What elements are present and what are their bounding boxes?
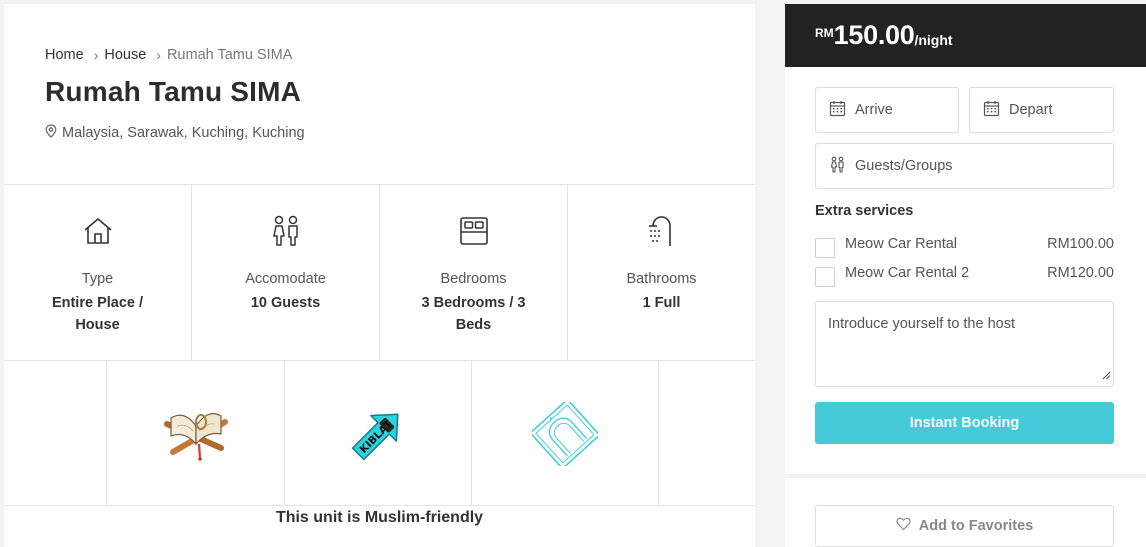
favorites-label: Add to Favorites: [918, 518, 1034, 534]
service-name: Meow Car Rental 2: [845, 265, 970, 281]
instant-booking-button[interactable]: Instant Booking: [815, 402, 1114, 444]
kiblat-arrow-icon: KIBLAT: [285, 361, 472, 506]
price-amount: 150.00: [833, 20, 915, 50]
guests-field[interactable]: Guests/Groups: [815, 143, 1114, 189]
features-grid: Type Entire Place / House Accomodate 10 …: [4, 184, 755, 361]
breadcrumb-separator: ›: [93, 47, 99, 63]
feature-value: 1 Full: [642, 295, 681, 311]
price-currency: RM: [815, 26, 834, 40]
breadcrumb-house[interactable]: House: [104, 47, 146, 63]
message-placeholder: Introduce yourself to the host: [828, 316, 1015, 332]
guests-icon: [829, 156, 855, 177]
feature-label: Accomodate: [245, 271, 326, 287]
listing-location: Malaysia, Sarawak, Kuching, Kuching: [45, 124, 305, 142]
depart-placeholder: Depart: [1009, 102, 1053, 118]
feature-bathrooms: Bathrooms 1 Full: [568, 185, 755, 360]
bed-icon: [380, 213, 567, 249]
feature-value: Entire Place / House: [51, 295, 144, 333]
service-price: RM120.00: [1047, 265, 1114, 281]
service-checkbox[interactable]: [815, 238, 835, 258]
listing-card: Home › House › Rumah Tamu SIMA Rumah Tam…: [4, 4, 755, 547]
guests-placeholder: Guests/Groups: [855, 158, 953, 174]
service-name: Meow Car Rental: [845, 236, 958, 252]
map-pin-icon: [45, 124, 62, 142]
calendar-icon: [983, 100, 1009, 121]
resize-handle-icon[interactable]: [1101, 368, 1111, 384]
house-icon: [4, 213, 191, 249]
price-bar: RM 150.00 /night: [785, 4, 1146, 67]
shower-icon: [568, 213, 755, 249]
arrive-date-field[interactable]: Arrive: [815, 87, 959, 133]
service-checkbox[interactable]: [815, 267, 835, 287]
price-unit: /night: [914, 32, 953, 48]
guests-icon: [192, 213, 379, 249]
extra-service-item: Meow Car Rental 2 RM120.00: [815, 265, 1114, 287]
breadcrumb: Home › House › Rumah Tamu SIMA: [45, 47, 292, 63]
feature-value: 3 Bedrooms / 3 Beds: [421, 295, 526, 333]
location-text: Malaysia, Sarawak, Kuching, Kuching: [62, 125, 305, 141]
favorites-card: Add to Favorites: [785, 478, 1146, 547]
muslim-friendly-section: KIBLAT: [4, 361, 755, 506]
page-title: Rumah Tamu SIMA: [45, 76, 302, 107]
feature-accommodate: Accomodate 10 Guests: [192, 185, 380, 360]
arrive-placeholder: Arrive: [855, 102, 893, 118]
prayer-mat-icon: [472, 361, 659, 506]
extra-services-title: Extra services: [815, 203, 914, 219]
calendar-icon: [829, 100, 855, 121]
service-price: RM100.00: [1047, 236, 1114, 252]
feature-label: Type: [81, 271, 114, 287]
add-to-favorites-button[interactable]: Add to Favorites: [815, 505, 1114, 547]
feature-bedrooms: Bedrooms 3 Bedrooms / 3 Beds: [380, 185, 568, 360]
breadcrumb-home[interactable]: Home: [45, 47, 84, 63]
breadcrumb-separator: ›: [156, 47, 161, 63]
booking-card: RM 150.00 /night Arrive Depart Guests/Gr…: [785, 4, 1146, 474]
breadcrumb-current: Rumah Tamu SIMA: [166, 47, 293, 63]
depart-date-field[interactable]: Depart: [969, 87, 1114, 133]
extra-service-item: Meow Car Rental RM100.00: [815, 236, 1114, 258]
quran-stand-icon: [106, 361, 285, 506]
feature-label: Bedrooms: [440, 271, 507, 287]
feature-type: Type Entire Place / House: [4, 185, 192, 360]
muslim-friendly-text: This unit is Muslim-friendly: [275, 509, 484, 526]
feature-value: 10 Guests: [250, 295, 321, 311]
host-message-textarea[interactable]: Introduce yourself to the host: [815, 301, 1114, 387]
feature-label: Bathrooms: [626, 271, 697, 287]
heart-icon: [896, 517, 919, 535]
